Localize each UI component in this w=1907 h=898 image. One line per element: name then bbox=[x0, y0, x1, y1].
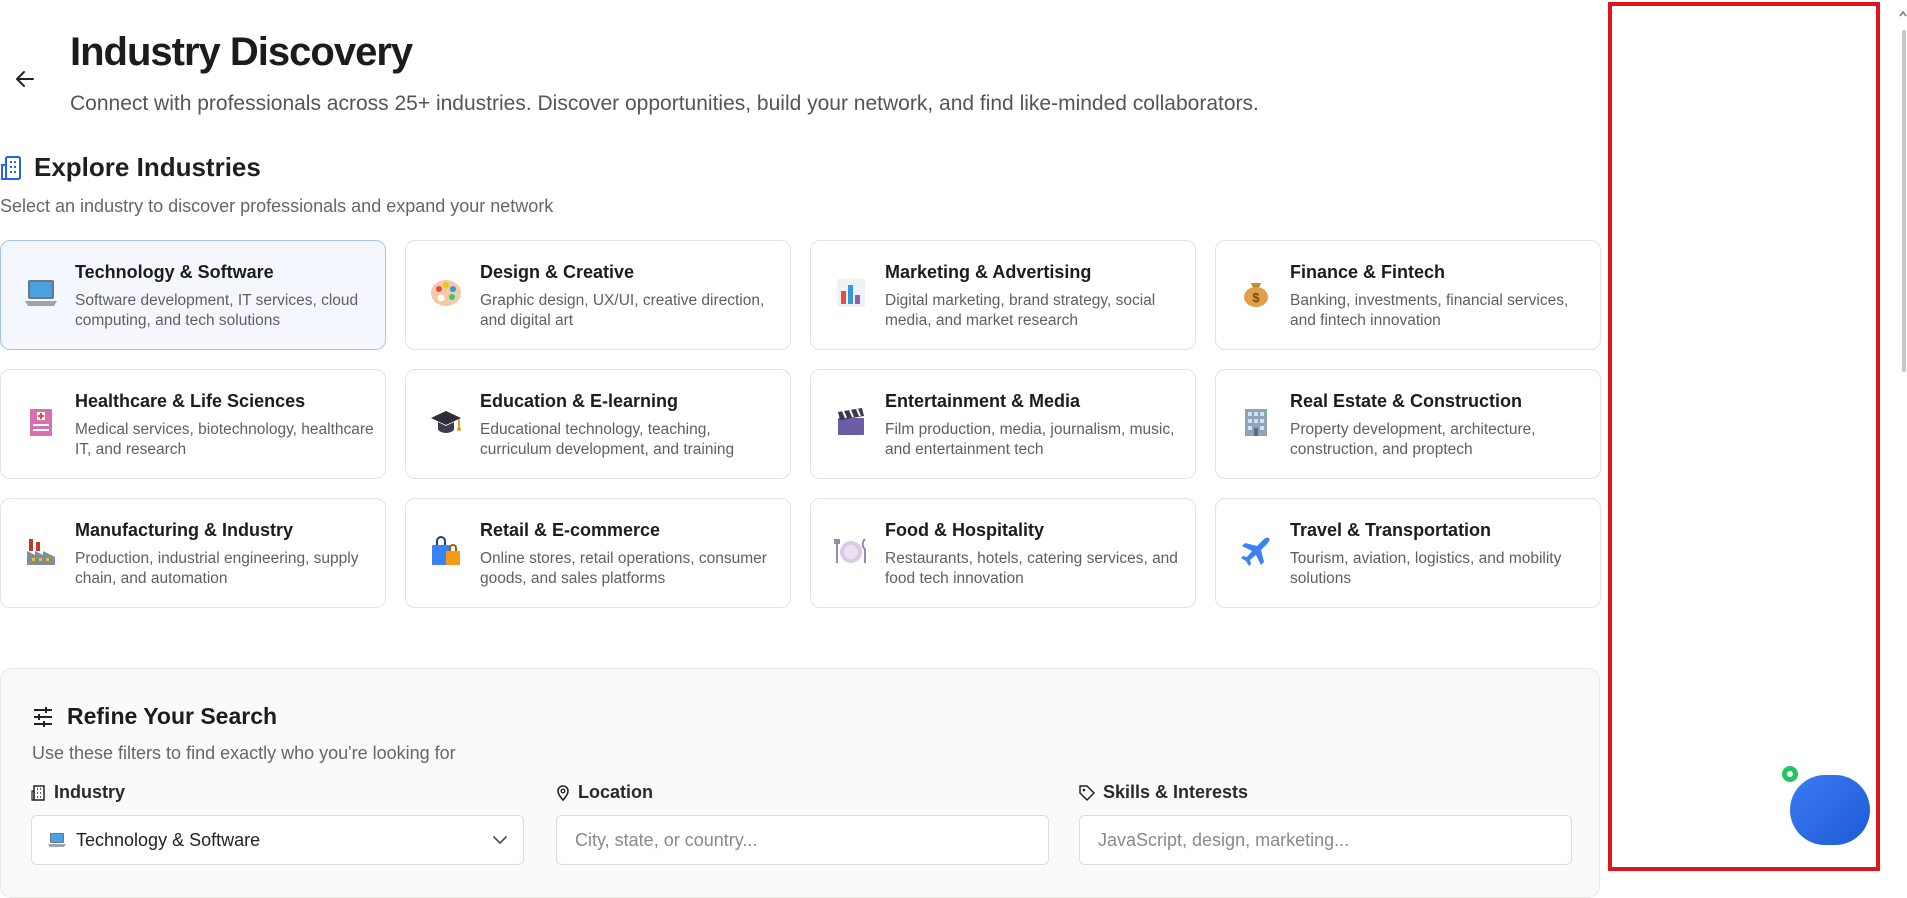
industry-description: Graphic design, UX/UI, creative directio… bbox=[480, 292, 765, 329]
explore-title: Explore Industries bbox=[34, 152, 261, 182]
highlight-frame bbox=[1608, 2, 1880, 871]
industry-select-value: Technology & Software bbox=[48, 830, 260, 851]
industry-card-real-estate[interactable]: Real Estate & Construction Property deve… bbox=[1215, 369, 1601, 479]
filter-header: Refine Your Search bbox=[31, 703, 277, 730]
industry-card-manufacturing[interactable]: Manufacturing & Industry Production, ind… bbox=[0, 498, 386, 608]
industry-grid: Technology & Software Software developme… bbox=[0, 240, 1601, 608]
industry-title: Finance & Fintech bbox=[1290, 262, 1446, 282]
scroll-up-arrow-icon[interactable] bbox=[1899, 8, 1907, 20]
industry-card-finance[interactable]: $ Finance & Fintech Banking, investments… bbox=[1215, 240, 1601, 350]
skills-field bbox=[1079, 815, 1572, 865]
industry-description: Online stores, retail operations, consum… bbox=[480, 550, 767, 587]
industry-select[interactable]: Technology & Software bbox=[31, 815, 524, 865]
page-title: Industry Discovery bbox=[70, 30, 413, 74]
industry-filter-label: Industry bbox=[31, 782, 524, 803]
skills-filter: Skills & Interests bbox=[1079, 782, 1572, 865]
location-filter-label: Location bbox=[556, 782, 1049, 803]
skills-filter-label: Skills & Interests bbox=[1079, 782, 1572, 803]
svg-text:$: $ bbox=[1252, 290, 1260, 305]
shopping-bags-icon bbox=[428, 533, 464, 569]
back-button[interactable] bbox=[10, 64, 40, 94]
laptop-icon bbox=[23, 275, 59, 311]
bar-chart-icon bbox=[833, 275, 869, 311]
industry-title: Real Estate & Construction bbox=[1290, 391, 1523, 411]
industry-card-healthcare[interactable]: Healthcare & Life Sciences Medical servi… bbox=[0, 369, 386, 479]
industry-card-food[interactable]: Food & Hospitality Restaurants, hotels, … bbox=[810, 498, 1196, 608]
chevron-down-icon bbox=[493, 835, 507, 844]
clapperboard-icon bbox=[833, 404, 869, 440]
chat-button[interactable] bbox=[1790, 775, 1870, 845]
filter-description: Use these filters to find exactly who yo… bbox=[32, 743, 456, 763]
filter-title: Refine Your Search bbox=[67, 703, 278, 729]
industry-description: Digital marketing, brand strategy, socia… bbox=[885, 292, 1156, 329]
industry-description: Tourism, aviation, logistics, and mobili… bbox=[1290, 550, 1562, 587]
industry-description: Medical services, biotechnology, healthc… bbox=[75, 421, 374, 458]
factory-icon bbox=[23, 533, 59, 569]
online-status-indicator bbox=[1782, 766, 1798, 782]
explore-description: Select an industry to discover professio… bbox=[0, 196, 554, 216]
industry-title: Manufacturing & Industry bbox=[75, 520, 294, 540]
skills-input[interactable] bbox=[1096, 828, 1555, 852]
industry-select-text: Technology & Software bbox=[76, 829, 261, 850]
industry-card-design[interactable]: Design & Creative Graphic design, UX/UI,… bbox=[405, 240, 791, 350]
industry-card-entertainment[interactable]: Entertainment & Media Film production, m… bbox=[810, 369, 1196, 479]
industry-description: Property development, architecture, cons… bbox=[1290, 421, 1536, 458]
money-bag-icon: $ bbox=[1238, 275, 1274, 311]
airplane-icon bbox=[1238, 533, 1274, 569]
industry-card-technology[interactable]: Technology & Software Software developme… bbox=[0, 240, 386, 350]
industry-filter: Industry Technology & Software bbox=[31, 782, 524, 865]
industry-description: Film production, media, journalism, musi… bbox=[885, 421, 1175, 458]
location-input[interactable] bbox=[573, 828, 1032, 852]
location-label-text: Location bbox=[578, 782, 653, 802]
location-filter: Location bbox=[556, 782, 1049, 865]
explore-header: Explore Industries bbox=[0, 152, 261, 183]
hospital-icon bbox=[23, 404, 59, 440]
industry-card-retail[interactable]: Retail & E-commerce Online stores, retai… bbox=[405, 498, 791, 608]
industry-title: Travel & Transportation bbox=[1290, 520, 1492, 540]
industry-title: Education & E-learning bbox=[480, 391, 679, 411]
industry-card-marketing[interactable]: Marketing & Advertising Digital marketin… bbox=[810, 240, 1196, 350]
industry-title: Technology & Software bbox=[75, 262, 274, 282]
scrollbar-thumb[interactable] bbox=[1902, 30, 1906, 372]
filter-panel: Refine Your Search Use these filters to … bbox=[0, 668, 1600, 898]
plate-utensils-icon bbox=[833, 533, 869, 569]
industry-title: Marketing & Advertising bbox=[885, 262, 1092, 282]
location-field bbox=[556, 815, 1049, 865]
building-icon bbox=[1, 155, 21, 180]
industry-title: Entertainment & Media bbox=[885, 391, 1081, 411]
industry-title: Design & Creative bbox=[480, 262, 635, 282]
map-pin-icon bbox=[557, 784, 569, 801]
tag-icon bbox=[1079, 784, 1095, 801]
industry-title: Food & Hospitality bbox=[885, 520, 1044, 540]
office-building-icon bbox=[1238, 404, 1274, 440]
industry-description: Production, industrial engineering, supp… bbox=[75, 550, 359, 587]
industry-title: Retail & E-commerce bbox=[480, 520, 661, 540]
industry-description: Restaurants, hotels, catering services, … bbox=[885, 550, 1178, 587]
sliders-icon bbox=[34, 706, 52, 727]
industry-label-text: Industry bbox=[54, 782, 126, 802]
graduation-cap-icon bbox=[428, 404, 464, 440]
arrow-left-icon bbox=[16, 71, 34, 87]
laptop-icon bbox=[48, 833, 66, 847]
industry-card-education[interactable]: Education & E-learning Educational techn… bbox=[405, 369, 791, 479]
palette-icon bbox=[428, 275, 464, 311]
industry-title: Healthcare & Life Sciences bbox=[75, 391, 306, 411]
industry-description: Educational technology, teaching, curric… bbox=[480, 421, 735, 458]
industry-description: Banking, investments, financial services… bbox=[1290, 292, 1569, 329]
building-icon bbox=[31, 784, 45, 801]
skills-label-text: Skills & Interests bbox=[1103, 782, 1249, 802]
page-subtitle: Connect with professionals across 25+ in… bbox=[70, 92, 1259, 115]
industry-card-travel[interactable]: Travel & Transportation Tourism, aviatio… bbox=[1215, 498, 1601, 608]
industry-description: Software development, IT services, cloud… bbox=[75, 292, 359, 329]
